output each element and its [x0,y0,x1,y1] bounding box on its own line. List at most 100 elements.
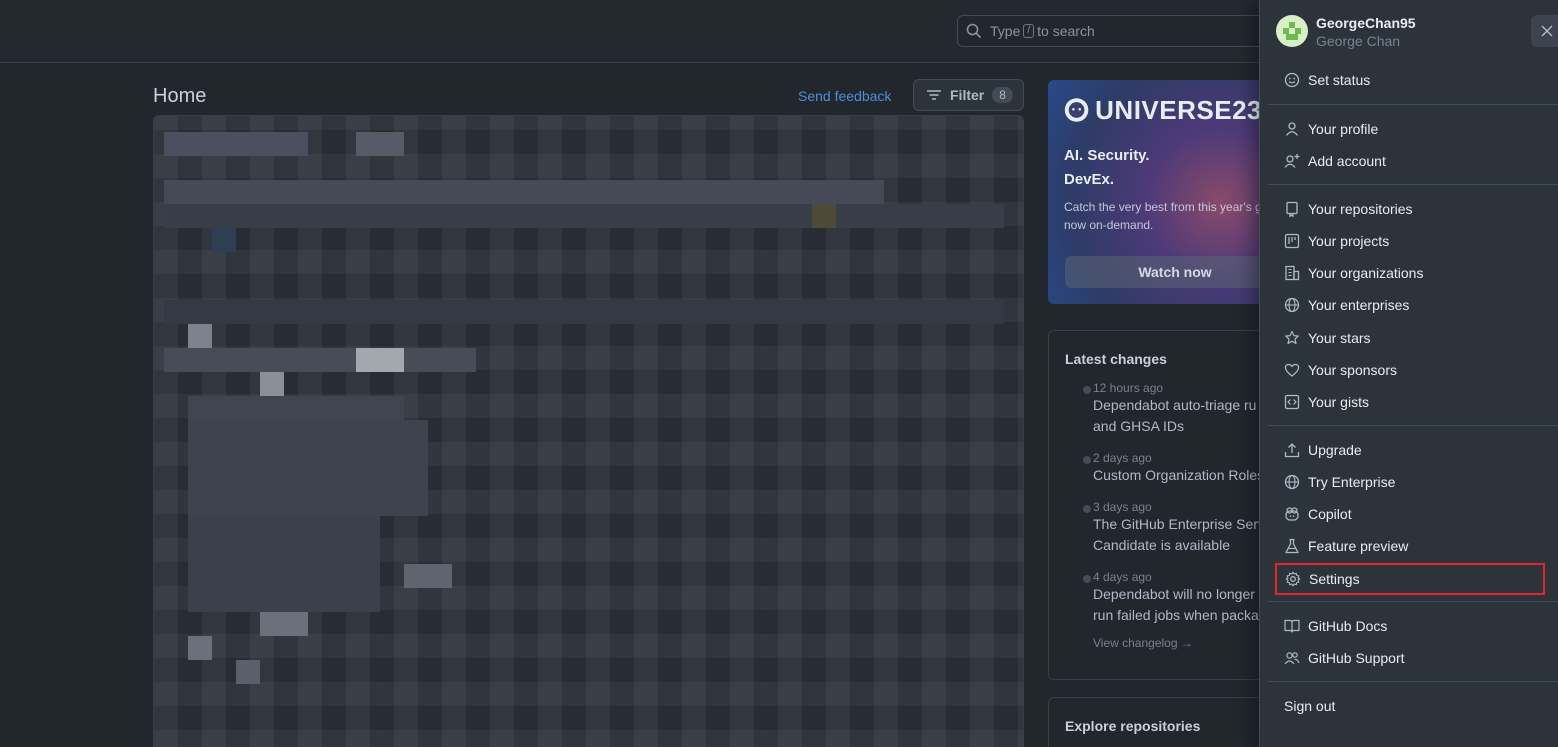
menu-item-your-enterprises[interactable]: Your enterprises [1276,290,1544,320]
menu-label: Your organizations [1308,265,1424,281]
user-menu-drawer: GeorgeChan95 George Chan Set status Your… [1259,0,1558,747]
change-item[interactable]: 4 days ago Dependabot will no longer run… [1065,570,1261,626]
menu-item-set-status[interactable]: Set status [1276,65,1544,95]
star-icon [1285,330,1299,345]
change-item[interactable]: 12 hours ago Dependabot auto-triage ru a… [1065,381,1261,437]
search-placeholder-prefix: Type [990,23,1021,39]
menu-label: Feature preview [1308,538,1409,554]
menu-item-your-repositories[interactable]: Your repositories [1276,194,1544,224]
close-menu-button[interactable] [1531,15,1558,47]
universe-promo-card: UNIVERSE23 AI. Security. DevEx. Catch th… [1048,80,1278,304]
gear-icon [1285,571,1301,587]
filter-label: Filter [950,87,985,103]
change-time: 3 days ago [1093,500,1152,514]
change-time: 4 days ago [1093,570,1152,584]
avatar [1276,15,1308,47]
change-title-line[interactable]: Custom Organization Roles [1093,465,1264,486]
pixel-block [356,132,404,156]
change-item[interactable]: 3 days ago The GitHub Enterprise Serv Ca… [1065,500,1265,556]
pixel-block [164,300,1004,324]
menu-item-your-sponsors[interactable]: Your sponsors [1276,355,1544,385]
search-icon [966,23,982,39]
menu-item-settings[interactable]: Settings [1275,563,1545,595]
divider [1268,601,1558,602]
divider [1268,184,1558,185]
smiley-icon [1284,72,1300,88]
menu-item-your-gists[interactable]: Your gists [1276,387,1544,417]
view-changelog-link[interactable]: View changelog → [1065,636,1261,650]
github-octocat-icon [1064,98,1089,122]
pixel-block [164,132,308,156]
pixel-block [212,228,236,252]
menu-label: Try Enterprise [1308,474,1396,490]
copilot-icon [1285,507,1299,521]
divider [1268,104,1558,105]
menu-label: GitHub Support [1308,650,1405,666]
promo-body: Catch the very best from this year's g n… [1064,200,1262,232]
search-input[interactable]: Type / to search [957,15,1277,47]
full-name: George Chan [1316,33,1401,49]
menu-item-copilot[interactable]: Copilot [1276,499,1544,529]
divider [1268,425,1558,426]
send-feedback-link[interactable]: Send feedback [798,88,891,104]
menu-label: Settings [1309,571,1360,587]
promo-heading-line2: DevEx. [1064,171,1115,188]
filter-button[interactable]: Filter 8 [913,79,1024,111]
latest-changes-title: Latest changes [1065,351,1167,367]
menu-item-try-enterprise[interactable]: Try Enterprise [1276,467,1544,497]
globe-icon [1284,297,1300,313]
promo-heading: AI. Security. DevEx. [1064,144,1262,192]
menu-label: Sign out [1284,698,1336,714]
pixel-block [188,636,212,660]
watch-now-button[interactable]: Watch now [1065,256,1278,288]
page-title: Home [153,85,207,107]
globe-icon [1284,474,1300,490]
book-icon [1284,619,1300,633]
menu-label: Your repositories [1308,201,1413,217]
menu-label: GitHub Docs [1308,618,1388,634]
person-add-icon [1284,154,1300,168]
menu-label: Your enterprises [1308,297,1410,313]
change-item[interactable]: 2 days ago Custom Organization Roles [1065,451,1264,486]
pixel-block [812,204,836,228]
pixel-block [164,348,476,372]
pixel-block [236,660,260,684]
pixel-block [164,180,884,204]
change-title-line[interactable]: Dependabot auto-triage ru [1093,395,1261,416]
explore-repositories-title: Explore repositories [1065,718,1201,734]
change-title-line[interactable]: Dependabot will no longer [1093,584,1261,605]
menu-item-github-support[interactable]: GitHub Support [1276,643,1544,673]
pixel-block [188,420,428,516]
menu-item-your-stars[interactable]: Your stars [1276,323,1544,353]
activity-feed [153,115,1024,747]
search-placeholder-suffix: to search [1037,23,1095,39]
menu-label: Your projects [1308,233,1390,249]
universe-logo-text: UNIVERSE23 [1095,94,1262,125]
username: GeorgeChan95 [1316,15,1416,31]
organization-icon [1285,265,1300,281]
menu-item-add-account[interactable]: Add account [1276,146,1544,176]
promo-heading-line1: AI. Security. [1064,147,1150,164]
menu-label: Your sponsors [1308,362,1397,378]
menu-item-github-docs[interactable]: GitHub Docs [1276,611,1544,641]
beaker-icon [1285,538,1299,554]
project-icon [1284,233,1300,249]
timeline-dot [1083,456,1091,464]
close-icon [1541,25,1553,37]
change-title-line[interactable]: Candidate is available [1093,535,1261,556]
change-title-line[interactable]: run failed jobs when packa [1093,605,1261,626]
menu-item-sign-out[interactable]: Sign out [1276,691,1544,721]
pixel-block [164,204,1004,228]
menu-item-upgrade[interactable]: Upgrade [1276,435,1544,465]
menu-item-your-organizations[interactable]: Your organizations [1276,258,1544,288]
heart-icon [1284,363,1300,377]
menu-item-your-profile[interactable]: Your profile [1276,114,1544,144]
pixel-block [356,348,404,372]
pixel-block [188,324,212,348]
menu-item-feature-preview[interactable]: Feature preview [1276,531,1544,561]
change-title-line[interactable]: The GitHub Enterprise Serv [1093,514,1265,535]
change-title-line[interactable]: and GHSA IDs [1093,416,1261,437]
person-icon [1285,122,1299,136]
menu-item-your-projects[interactable]: Your projects [1276,226,1544,256]
pixel-block [188,396,404,420]
